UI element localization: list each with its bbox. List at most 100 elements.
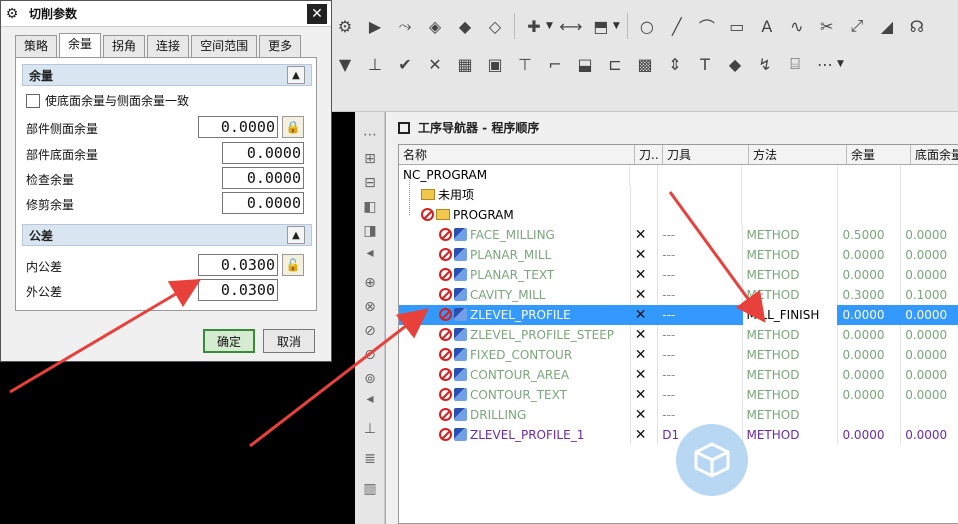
- tool-list-icon[interactable]: ≣: [359, 448, 381, 470]
- tab-1[interactable]: 余量: [59, 33, 102, 57]
- tool-library-icon[interactable]: ▥: [359, 478, 381, 500]
- operation-icon: [454, 348, 467, 361]
- ok-button[interactable]: 确定: [203, 329, 255, 353]
- table-row[interactable]: PLANAR_TEXT ✕ --- METHOD 0.0000 0.0000: [399, 265, 958, 285]
- check-stock-input[interactable]: 0.0000: [222, 167, 304, 189]
- surface-icon[interactable]: ◆: [724, 53, 746, 75]
- ruler-icon[interactable]: ⟷: [559, 15, 582, 37]
- step-icon[interactable]: ⌐: [544, 53, 566, 75]
- more-icon[interactable]: ⋯: [814, 53, 836, 75]
- move-icon[interactable]: ⇕: [664, 53, 686, 75]
- table-row[interactable]: PLANAR_MILL ✕ --- METHOD 0.0000 0.0000: [399, 245, 958, 265]
- line-icon[interactable]: ╱: [666, 15, 688, 37]
- create-program-icon[interactable]: ⊕: [359, 272, 381, 294]
- stock-group-header[interactable]: 余量 ▲: [22, 64, 312, 86]
- close-icon[interactable]: ✕: [307, 4, 327, 24]
- column-header[interactable]: 刀具: [663, 145, 749, 165]
- gear-tool-icon[interactable]: ⚙: [334, 15, 356, 37]
- checkbox-box[interactable]: [26, 93, 40, 108]
- offset-icon[interactable]: ⤢: [846, 15, 868, 37]
- chevron-down-icon[interactable]: ▼: [613, 21, 620, 31]
- extrude-icon[interactable]: ⬓: [574, 53, 596, 75]
- table-row[interactable]: DRILLING ✕ --- METHOD: [399, 405, 958, 425]
- tab-4[interactable]: 空间范围: [191, 35, 258, 57]
- dimension-icon[interactable]: ⊤: [514, 53, 536, 75]
- measure-icon[interactable]: ✚: [523, 15, 545, 37]
- check-icon[interactable]: ✔: [394, 53, 416, 75]
- chevron-up-icon[interactable]: ▲: [287, 66, 305, 84]
- tolerance-group-header[interactable]: 公差 ▲: [22, 224, 312, 246]
- shop-doc-icon[interactable]: ◇: [484, 15, 506, 37]
- create-operation-icon[interactable]: ⊚: [359, 368, 381, 390]
- geometry-view-icon[interactable]: ◧: [359, 196, 381, 218]
- tab-3[interactable]: 连接: [147, 35, 190, 57]
- unlock-icon[interactable]: 🔓: [282, 254, 304, 276]
- table-row[interactable]: CAVITY_MILL ✕ --- METHOD 0.3000 0.1000: [399, 285, 958, 305]
- chevron-left-icon[interactable]: ◂: [359, 242, 381, 264]
- navigator-title-text: 工序导航器 - 程序顺序: [418, 121, 540, 135]
- stock-icon[interactable]: ▣: [484, 53, 506, 75]
- method-view-icon[interactable]: ◨: [359, 220, 381, 242]
- table-row[interactable]: FACE_MILLING ✕ --- METHOD 0.5000 0.0000: [399, 225, 958, 245]
- replay-icon[interactable]: ◈: [424, 15, 446, 37]
- tool-holder-icon[interactable]: ⊥: [359, 418, 381, 440]
- trim-icon[interactable]: ✂: [816, 15, 838, 37]
- create-geometry-icon[interactable]: ⊘: [359, 320, 381, 342]
- row-floor-cell: [901, 205, 958, 225]
- column-header[interactable]: 名称: [399, 145, 635, 165]
- column-header[interactable]: 方法: [749, 145, 847, 165]
- tab-5[interactable]: 更多: [259, 35, 302, 57]
- tab-2[interactable]: 拐角: [103, 35, 146, 57]
- table-row[interactable]: NC_PROGRAM: [399, 165, 958, 185]
- column-header[interactable]: 刀..: [635, 145, 663, 165]
- lock-icon[interactable]: 🔒: [282, 116, 304, 138]
- create-tool-icon[interactable]: ⊗: [359, 296, 381, 318]
- project-icon[interactable]: ◢: [876, 15, 898, 37]
- funnel-icon[interactable]: ▼: [334, 53, 356, 75]
- table-row[interactable]: 未用项: [399, 185, 958, 205]
- program-view-icon[interactable]: ⊞: [359, 148, 381, 170]
- layer-icon[interactable]: ⊏: [604, 53, 626, 75]
- table-row[interactable]: FIXED_CONTOUR ✕ --- METHOD 0.0000 0.0000: [399, 345, 958, 365]
- create-method-icon[interactable]: ⊙: [359, 344, 381, 366]
- chevron-up-icon[interactable]: ▲: [287, 226, 305, 244]
- outtol-input[interactable]: 0.0300: [198, 279, 278, 301]
- curve-icon[interactable]: ☊: [906, 15, 928, 37]
- part-floor-stock-input[interactable]: 0.0000: [222, 142, 304, 164]
- row-floor-cell: 0.0000: [901, 245, 958, 265]
- text-icon[interactable]: A: [756, 15, 778, 37]
- table-row[interactable]: CONTOUR_AREA ✕ --- METHOD 0.0000 0.0000: [399, 365, 958, 385]
- block-icon[interactable]: ▦: [454, 53, 476, 75]
- point-icon[interactable]: ○: [636, 15, 658, 37]
- verify-path-icon[interactable]: ⤳: [394, 15, 416, 37]
- tool-edit-icon[interactable]: ⊥: [364, 53, 386, 75]
- part-side-stock-input[interactable]: 0.0000: [198, 116, 278, 138]
- tool-path-generate-icon[interactable]: ▶: [364, 15, 386, 37]
- sweep-icon[interactable]: ↯: [754, 53, 776, 75]
- chevron-down-icon[interactable]: ▼: [546, 21, 553, 31]
- intol-input[interactable]: 0.0300: [198, 254, 278, 276]
- table-row[interactable]: PROGRAM: [399, 205, 958, 225]
- cylinder-icon[interactable]: ⌸: [784, 53, 806, 75]
- rectangle-icon[interactable]: ▭: [726, 15, 748, 37]
- postprocess-icon[interactable]: ◆: [454, 15, 476, 37]
- spline-icon[interactable]: ∿: [786, 15, 808, 37]
- part-icon[interactable]: ⬒: [590, 15, 612, 37]
- arc-icon[interactable]: ⌒: [696, 15, 718, 37]
- table-row[interactable]: ZLEVEL_PROFILE_STEEP ✕ --- METHOD 0.0000 0.00…: [399, 325, 958, 345]
- chevron-left-icon[interactable]: ◂: [359, 388, 381, 410]
- chevron-down-icon[interactable]: ▼: [837, 59, 844, 69]
- same-stock-checkbox[interactable]: 使底面余量与侧面余量一致: [26, 92, 189, 109]
- row-name-cell: PLANAR_MILL: [399, 245, 631, 265]
- table-row[interactable]: ZLEVEL_PROFILE ✕ --- MILL_FINISH 0.0000 0.000…: [399, 305, 958, 325]
- machine-view-icon[interactable]: ⊟: [359, 172, 381, 194]
- image-icon[interactable]: ▩: [634, 53, 656, 75]
- delete-icon[interactable]: ✕: [424, 53, 446, 75]
- trim-stock-input[interactable]: 0.0000: [222, 192, 304, 214]
- column-header[interactable]: 底面余量: [911, 145, 958, 165]
- table-row[interactable]: CONTOUR_TEXT ✕ --- METHOD 0.0000 0.0000: [399, 385, 958, 405]
- column-header[interactable]: 余量: [847, 145, 911, 165]
- text-tool-icon[interactable]: T: [694, 53, 716, 75]
- tab-0[interactable]: 策略: [15, 35, 58, 57]
- cancel-button[interactable]: 取消: [263, 329, 315, 353]
